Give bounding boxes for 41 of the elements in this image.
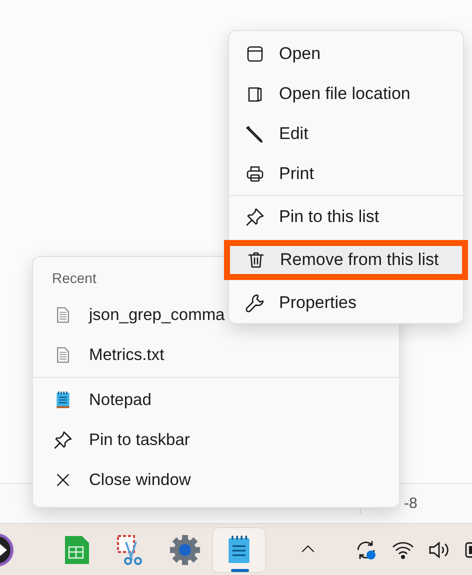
recent-file-item[interactable]: Metrics.txt xyxy=(33,335,399,375)
printer-icon xyxy=(245,164,265,184)
item-label: Properties xyxy=(279,293,356,313)
speaker-icon[interactable] xyxy=(428,540,450,560)
pin-icon xyxy=(245,207,265,227)
item-label: Pin to this list xyxy=(279,207,380,227)
pencil-icon xyxy=(245,124,265,144)
item-label: Edit xyxy=(279,124,308,144)
menu-item[interactable]: Pin to this list xyxy=(229,197,463,237)
item-label: Open xyxy=(279,44,321,64)
menu-item[interactable]: Properties xyxy=(229,283,463,323)
document-icon xyxy=(54,305,72,325)
close-icon xyxy=(54,471,72,489)
notepad-icon xyxy=(54,389,72,411)
pin-icon xyxy=(53,430,73,450)
item-label: Remove from this list xyxy=(280,250,439,270)
item-label: Print xyxy=(279,164,314,184)
document-icon xyxy=(54,345,72,365)
circle-app-icon[interactable] xyxy=(0,533,14,567)
jump-list-item[interactable]: Pin to taskbar xyxy=(33,420,399,460)
menu-item[interactable]: Edit xyxy=(229,114,463,154)
item-label: Pin to taskbar xyxy=(89,430,190,450)
menu-item[interactable]: Print xyxy=(229,154,463,194)
spreadsheet-app-icon[interactable] xyxy=(64,535,90,565)
wrench-icon xyxy=(245,293,265,313)
window-icon xyxy=(245,44,265,64)
item-label: Notepad xyxy=(89,390,152,410)
item-label: Open file location xyxy=(279,84,410,104)
section-header: Recent xyxy=(51,269,98,288)
wifi-icon[interactable] xyxy=(392,540,414,560)
encoding-label: -8 xyxy=(404,495,418,512)
trash-icon xyxy=(246,250,266,270)
jump-list-item[interactable]: Notepad xyxy=(33,380,399,420)
gear-app-icon[interactable] xyxy=(169,534,201,566)
menu-item[interactable]: Open xyxy=(229,34,463,74)
file-name: Metrics.txt xyxy=(89,346,164,364)
jump-list-item[interactable]: Close window xyxy=(33,460,399,500)
file-name: json_grep_comma xyxy=(89,306,225,324)
item-label: Close window xyxy=(89,470,191,490)
notepad-app-icon[interactable] xyxy=(226,534,252,566)
menu-item[interactable]: Open file location xyxy=(229,74,463,114)
